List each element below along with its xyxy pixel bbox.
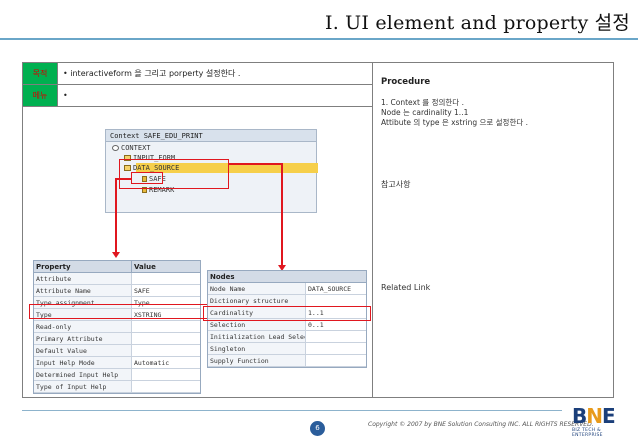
tree-node-context[interactable]: CONTEXT [112, 144, 151, 152]
title-divider [0, 38, 638, 40]
logo-subtext: BIZ TECH & ENTERPRISE [572, 428, 603, 438]
reference-label: 참고사항 [381, 180, 411, 189]
table-row[interactable]: Read-only [34, 321, 200, 333]
table-row[interactable]: Type of Input Help [34, 381, 200, 393]
connector-line [115, 178, 131, 180]
connector-line [281, 163, 283, 267]
column-header: Property [34, 261, 132, 272]
copyright-text: Copyright © 2007 by BNE Solution Consult… [368, 421, 594, 428]
arrow-down-icon [112, 252, 120, 258]
footer-divider [22, 410, 562, 411]
menu-row: 메뉴 • [23, 85, 373, 107]
table-row[interactable]: Input Help Mode Automatic [34, 357, 200, 369]
page-title: I. UI element and property 설정 [325, 12, 630, 34]
table-row[interactable]: Default Value [34, 345, 200, 357]
left-column: 목적 • interactiveform 을 그리고 porperty 설정한다… [23, 63, 373, 397]
highlight-safe [131, 172, 163, 184]
page-number: 6 [310, 421, 325, 436]
table-row[interactable]: Attribute Name SAFE [34, 285, 200, 297]
purpose-text: • interactiveform 을 그리고 porperty 설정한다 . [63, 69, 241, 78]
table-row[interactable]: Supply Function [208, 355, 366, 367]
table-row[interactable]: Determined Input Help [34, 369, 200, 381]
purpose-row: 목적 • interactiveform 을 그리고 porperty 설정한다… [23, 63, 373, 85]
procedure-panel: Procedure 1. Context 를 정의한다 . Node 는 car… [381, 63, 609, 397]
attribute-property-table: Property Value Attribute Attribute Name S… [33, 260, 201, 394]
connector-line [229, 163, 283, 165]
procedure-step: Attibute 의 type 은 xstring 으로 설정한다 . [381, 118, 529, 127]
purpose-tag: 목적 [23, 63, 58, 84]
highlight-cardinality-row [203, 306, 371, 321]
table-row[interactable]: Primary Attribute [34, 333, 200, 345]
table-row[interactable]: Attribute [34, 273, 200, 285]
highlight-type-row [29, 304, 229, 319]
procedure-title: Procedure [381, 77, 431, 87]
content-frame: 목적 • interactiveform 을 그리고 porperty 설정한다… [22, 62, 614, 398]
related-link-label[interactable]: Related Link [381, 283, 430, 292]
column-header: Value [134, 263, 156, 271]
company-logo: BNE BIZ TECH & ENTERPRISE [572, 404, 628, 438]
table-row[interactable]: Node Name DATA_SOURCE [208, 283, 366, 295]
menu-tag: 메뉴 [23, 85, 58, 106]
connector-line [115, 178, 117, 254]
logo-mark: BNE [572, 404, 616, 428]
menu-text: • [63, 91, 68, 100]
context-node-icon [112, 145, 119, 151]
table-row[interactable]: Singleton [208, 343, 366, 355]
column-header: Nodes [210, 273, 235, 281]
context-tree-header: Context SAFE_EDU_PRINT [106, 130, 316, 142]
table-row[interactable]: Initialization Lead Selection [208, 331, 366, 343]
